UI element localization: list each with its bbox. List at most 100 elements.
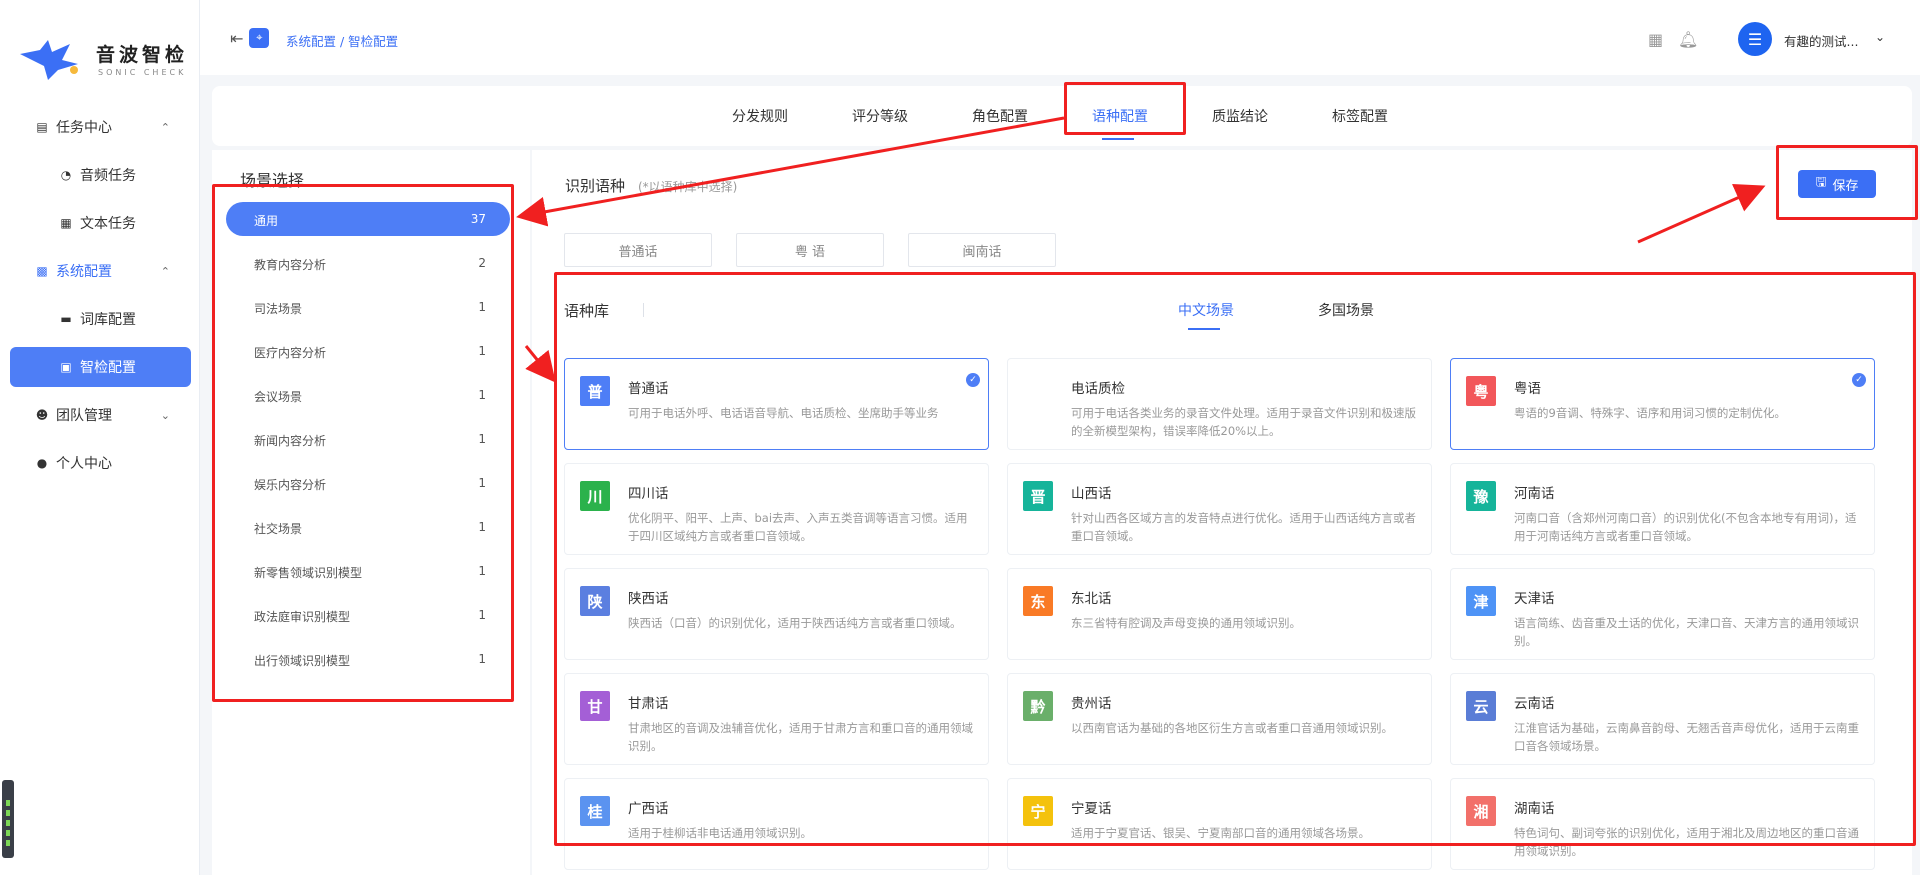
language-name: 河南话: [1514, 486, 1555, 502]
language-card[interactable]: 津 天津话 语言简练、齿音重及土话的优化，天津口音、天津方言的通用领域识别。: [1450, 568, 1875, 660]
nav-audio-task[interactable]: ◔ 音频任务: [0, 155, 200, 195]
language-description: 适用于宁夏官话、银吴、宁夏南部口音的通用领域各场景。: [1071, 826, 1370, 840]
nav-label: 智检配置: [80, 360, 136, 376]
location-pin-icon[interactable]: ⌖: [249, 28, 270, 48]
scene-item[interactable]: 通用 37: [226, 202, 510, 236]
nav-label: 词库配置: [80, 312, 136, 328]
nav-label: 音频任务: [80, 168, 136, 184]
language-card[interactable]: 东 东北话 东三省特有腔调及声母变换的通用领域识别。: [1007, 568, 1432, 660]
selected-language-chip[interactable]: 闽南话: [908, 233, 1056, 267]
nav-text-task[interactable]: ▦ 文本任务: [0, 203, 200, 243]
header-icons: ⇤ ⌖: [230, 28, 270, 48]
logo-subtitle: SONIC CHECK: [98, 68, 187, 77]
language-card[interactable]: 宁 宁夏话 适用于宁夏官话、银吴、宁夏南部口音的通用领域各场景。: [1007, 778, 1432, 870]
language-card[interactable]: 普 普通话 可用于电话外呼、电话语音导航、电话质检、坐席助手等业务 ✓: [564, 358, 989, 450]
tab-role-config[interactable]: 角色配置: [972, 106, 1028, 126]
scene-item-count: 1: [478, 344, 486, 358]
language-name: 湖南话: [1514, 801, 1555, 817]
nav-system-config[interactable]: ▩ 系统配置 ⌃: [0, 251, 200, 291]
scene-item-label: 娱乐内容分析: [254, 478, 327, 492]
language-name: 广西话: [628, 801, 669, 817]
language-card[interactable]: 川 四川话 优化阴平、阳平、上声、bai去声、入声五类音调等语言习惯。适用于四川区域…: [564, 463, 989, 555]
nav-label: 文本任务: [80, 216, 136, 232]
nav-lexicon-config[interactable]: ▬ 词库配置: [0, 299, 200, 339]
recognition-hint: (*以语种库中选择): [638, 180, 738, 194]
avatar[interactable]: ☰: [1738, 22, 1772, 56]
language-card[interactable]: 甘 甘肃话 甘肃地区的音调及浊辅音优化，适用于甘肃方言和重口音的通用领域识别。: [564, 673, 989, 765]
language-card[interactable]: 豫 河南话 河南口音（含郑州河南口音）的识别优化(不包含本地专有用词)，适用于河南话…: [1450, 463, 1875, 555]
scene-item[interactable]: 娱乐内容分析 1: [226, 466, 510, 500]
selected-language-chip[interactable]: 普通话: [564, 233, 712, 267]
language-badge: 甘: [580, 691, 610, 721]
scene-item[interactable]: 会议场景 1: [226, 378, 510, 412]
scene-item[interactable]: 社交场景 1: [226, 510, 510, 544]
scene-item[interactable]: 司法场景 1: [226, 290, 510, 324]
scene-item-label: 医疗内容分析: [254, 346, 327, 360]
tab-distribution-rules[interactable]: 分发规则: [732, 106, 788, 126]
language-name: 天津话: [1514, 591, 1555, 607]
language-name: 四川话: [628, 486, 669, 502]
language-card[interactable]: 粤 粤语 粤语的9音调、特殊字、语序和用词习惯的定制优化。 ✓: [1450, 358, 1875, 450]
language-card[interactable]: 湘 湖南话 特色词句、副词夸张的识别优化，适用于湘北及周边地区的重口音通用领域识别。: [1450, 778, 1875, 870]
scene-item-label: 通用: [254, 214, 279, 228]
app-logo[interactable]: 音波智检 SONIC CHECK: [18, 36, 188, 88]
personal-center-icon: ●: [36, 456, 48, 470]
tab-chinese-scene[interactable]: 中文场景: [1178, 300, 1234, 320]
language-card[interactable]: 云 云南话 江淮官话为基础，云南鼻音韵母、无翘舌音声母优化，适用于云南重口音各领域场…: [1450, 673, 1875, 765]
scene-item-count: 1: [478, 520, 486, 534]
nav-team-management[interactable]: ☻ 团队管理 ⌄: [0, 395, 200, 435]
scene-item-count: 1: [478, 476, 486, 490]
language-name: 甘肃话: [628, 696, 669, 712]
system-config-icon: ▩: [36, 264, 48, 278]
smart-check-config-icon: ▣: [60, 360, 72, 374]
language-description: 针对山西各区域方言的发音特点进行优化。适用于山西话纯方言或者重口音领域。: [1071, 511, 1416, 543]
scene-item[interactable]: 教育内容分析 2: [226, 246, 510, 280]
save-icon: 🖫︎: [1815, 174, 1827, 189]
language-name: 电话质检: [1071, 381, 1125, 397]
language-badge: 川: [580, 481, 610, 511]
scene-item[interactable]: 新零售领域识别模型 1: [226, 554, 510, 588]
chevron-down-icon[interactable]: ⌄: [1875, 30, 1885, 44]
language-card[interactable]: 电话质检 可用于电话各类业务的录音文件处理。适用于录音文件识别和极速版的全新模型架…: [1007, 358, 1432, 450]
scene-item[interactable]: 出行领域识别模型 1: [226, 642, 510, 676]
tab-score-levels[interactable]: 评分等级: [852, 106, 908, 126]
tab-qc-conclusion[interactable]: 质监结论: [1212, 106, 1268, 126]
language-description: 东三省特有腔调及声母变换的通用领域识别。: [1071, 616, 1301, 630]
check-icon: ✓: [1852, 373, 1866, 387]
language-name: 东北话: [1071, 591, 1112, 607]
scene-item-label: 新闻内容分析: [254, 434, 327, 448]
save-button[interactable]: 🖫︎ 保存: [1798, 170, 1876, 198]
language-description: 可用于电话外呼、电话语音导航、电话质检、坐席助手等业务: [628, 406, 939, 420]
tab-language-config[interactable]: 语种配置: [1092, 106, 1148, 126]
tab-tag-config[interactable]: 标签配置: [1332, 106, 1388, 126]
language-card[interactable]: 桂 广西话 适用于桂柳话非电话通用领域识别。: [564, 778, 989, 870]
language-card[interactable]: 黔 贵州话 以西南官话为基础的各地区衍生方言或者重口音通用领域识别。: [1007, 673, 1432, 765]
nav-personal-center[interactable]: ● 个人中心: [0, 443, 200, 483]
scene-item[interactable]: 新闻内容分析 1: [226, 422, 510, 456]
audio-level-widget[interactable]: [2, 780, 14, 858]
language-badge: 湘: [1466, 796, 1496, 826]
language-description: 粤语的9音调、特殊字、语序和用词习惯的定制优化。: [1514, 406, 1786, 420]
username[interactable]: 有趣的测试...: [1784, 31, 1858, 50]
scene-item[interactable]: 医疗内容分析 1: [226, 334, 510, 368]
bell-icon[interactable]: 🔔︎: [1678, 30, 1698, 49]
language-card[interactable]: 陕 陕西话 陕西话（口音）的识别优化，适用于陕西话纯方言或者重口领域。: [564, 568, 989, 660]
scene-item-label: 司法场景: [254, 302, 303, 316]
library-title: 语种库: [564, 302, 610, 320]
tab-multinational-scene[interactable]: 多国场景: [1318, 300, 1374, 320]
chevron-up-icon: ⌃: [160, 120, 170, 134]
collapse-menu-icon[interactable]: ⇤: [230, 29, 243, 48]
apps-grid-icon[interactable]: ▦: [1648, 30, 1663, 49]
scene-item[interactable]: 政法庭审识别模型 1: [226, 598, 510, 632]
breadcrumb[interactable]: 系统配置 / 智检配置: [286, 31, 398, 50]
text-task-icon: ▦: [60, 216, 72, 230]
nav-smart-check-config[interactable]: ▣ 智检配置: [10, 347, 191, 387]
nav-task-center[interactable]: ▤ 任务中心 ⌃: [0, 107, 200, 147]
language-description: 江淮官话为基础，云南鼻音韵母、无翘舌音声母优化，适用于云南重口音各领域场景。: [1514, 721, 1859, 753]
language-badge: 津: [1466, 586, 1496, 616]
language-card[interactable]: 晋 山西话 针对山西各区域方言的发音特点进行优化。适用于山西话纯方言或者重口音领域。: [1007, 463, 1432, 555]
nav-label: 任务中心: [56, 120, 112, 136]
selected-language-chip[interactable]: 粤 语: [736, 233, 884, 267]
scene-item-count: 1: [478, 608, 486, 622]
language-description: 适用于桂柳话非电话通用领域识别。: [628, 826, 812, 840]
